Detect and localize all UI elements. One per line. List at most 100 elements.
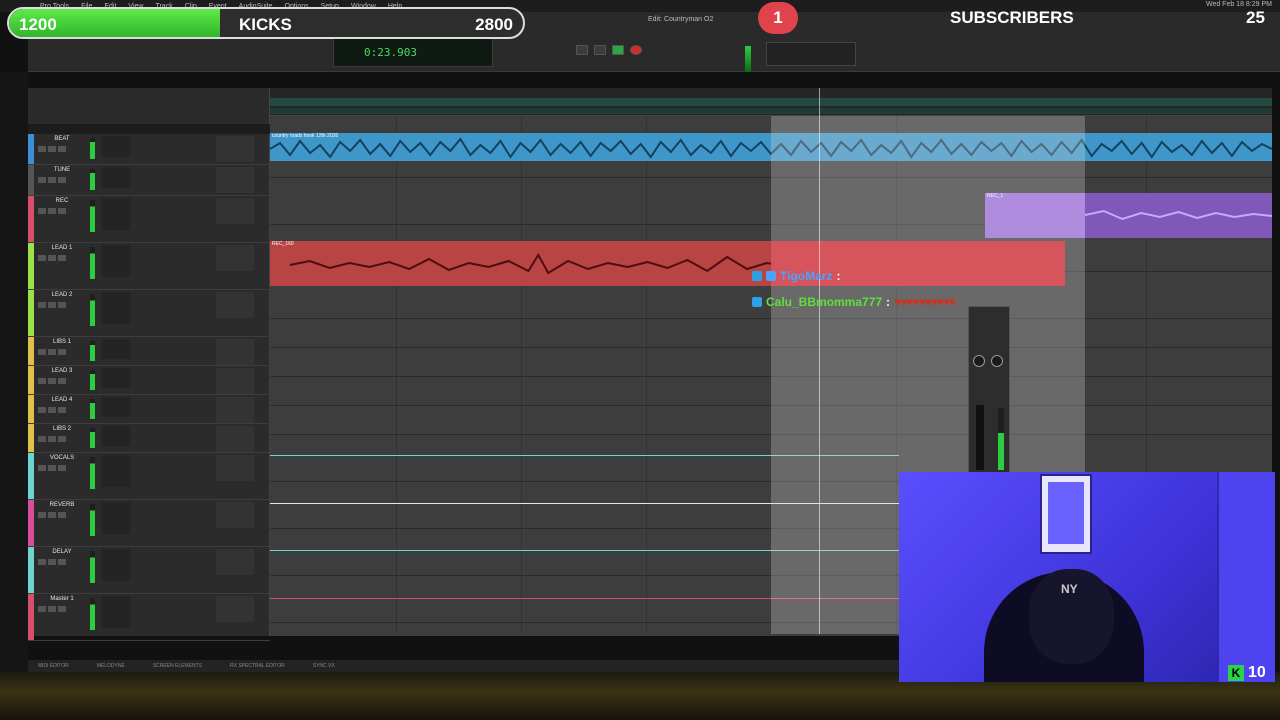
insert-slots[interactable]: [102, 339, 130, 359]
io-selector[interactable]: [216, 455, 254, 481]
mute-button[interactable]: [58, 349, 66, 355]
track-name[interactable]: VOCALS: [42, 455, 82, 461]
record-arm-button[interactable]: [38, 436, 46, 442]
bottom-tab[interactable]: RX SPECTRAL EDITOR: [230, 663, 285, 669]
rec-clip[interactable]: [1085, 193, 1272, 238]
track-header[interactable]: REC: [28, 196, 270, 243]
mute-button[interactable]: [58, 559, 66, 565]
mute-button[interactable]: [58, 436, 66, 442]
solo-button[interactable]: [48, 559, 56, 565]
solo-button[interactable]: [48, 512, 56, 518]
mute-button[interactable]: [58, 407, 66, 413]
bottom-tab[interactable]: MELODYNE: [97, 663, 125, 669]
insert-slots[interactable]: [102, 136, 130, 157]
mute-button[interactable]: [58, 465, 66, 471]
insert-slots[interactable]: [102, 245, 130, 278]
record-arm-button[interactable]: [38, 407, 46, 413]
insert-slots[interactable]: [102, 368, 130, 388]
solo-button[interactable]: [48, 349, 56, 355]
solo-button[interactable]: [48, 606, 56, 612]
io-selector[interactable]: [216, 245, 254, 271]
solo-button[interactable]: [48, 177, 56, 183]
io-selector[interactable]: [216, 426, 254, 452]
io-selector[interactable]: [216, 368, 254, 394]
solo-button[interactable]: [48, 146, 56, 152]
track-name[interactable]: TUNE: [42, 167, 82, 173]
track-name[interactable]: LEAD 3: [42, 368, 82, 374]
mute-button[interactable]: [58, 302, 66, 308]
record-arm-button[interactable]: [38, 512, 46, 518]
solo-button[interactable]: [48, 255, 56, 261]
io-selector[interactable]: [216, 502, 254, 528]
track-header[interactable]: REVERB: [28, 500, 270, 547]
solo-button[interactable]: [48, 378, 56, 384]
record-arm-button[interactable]: [38, 378, 46, 384]
track-header[interactable]: BEAT: [28, 134, 270, 165]
insert-slots[interactable]: [102, 426, 130, 446]
solo-button[interactable]: [48, 302, 56, 308]
solo-button[interactable]: [48, 208, 56, 214]
meter-ruler[interactable]: [270, 108, 1272, 114]
track-header[interactable]: LEAD 3: [28, 366, 270, 395]
playhead-cursor[interactable]: [819, 88, 820, 634]
io-selector[interactable]: [216, 136, 254, 162]
mute-button[interactable]: [58, 378, 66, 384]
insert-slots[interactable]: [102, 292, 130, 325]
io-selector[interactable]: [216, 167, 254, 193]
insert-slots[interactable]: [102, 455, 130, 488]
solo-button[interactable]: [48, 407, 56, 413]
track-name[interactable]: BEAT: [42, 136, 82, 142]
timeline-ruler[interactable]: [270, 88, 1272, 116]
record-arm-button[interactable]: [38, 177, 46, 183]
insert-slots[interactable]: [102, 549, 130, 582]
mute-button[interactable]: [58, 512, 66, 518]
record-button[interactable]: [630, 45, 642, 55]
tempo-ruler[interactable]: [270, 98, 1272, 106]
io-selector[interactable]: [216, 397, 254, 423]
track-name[interactable]: LEAD 4: [42, 397, 82, 403]
insert-slots[interactable]: [102, 167, 130, 188]
track-header[interactable]: LIBS 1: [28, 337, 270, 366]
insert-slots[interactable]: [102, 198, 130, 231]
bottom-tab[interactable]: MIDI EDITOR: [38, 663, 69, 669]
pan-knob-right[interactable]: [991, 355, 1003, 367]
track-header[interactable]: Master 1: [28, 594, 270, 641]
insert-slots[interactable]: [102, 397, 130, 417]
mute-button[interactable]: [58, 208, 66, 214]
mute-button[interactable]: [58, 146, 66, 152]
mute-button[interactable]: [58, 255, 66, 261]
track-header[interactable]: LIBS 2: [28, 424, 270, 453]
play-button[interactable]: [612, 45, 624, 55]
track-name[interactable]: LIBS 1: [42, 339, 82, 345]
io-selector[interactable]: [216, 549, 254, 575]
io-selector[interactable]: [216, 198, 254, 224]
io-selector[interactable]: [216, 339, 254, 365]
track-name[interactable]: LEAD 2: [42, 292, 82, 298]
track-header[interactable]: LEAD 2: [28, 290, 270, 337]
track-name[interactable]: REVERB: [42, 502, 82, 508]
main-counter[interactable]: 0:23.903: [333, 37, 493, 67]
track-name[interactable]: REC: [42, 198, 82, 204]
insert-slots[interactable]: [102, 502, 130, 535]
track-name[interactable]: Master 1: [42, 596, 82, 602]
bottom-tab[interactable]: SYNC VX: [313, 663, 335, 669]
pan-knob-left[interactable]: [973, 355, 985, 367]
io-selector[interactable]: [216, 596, 254, 622]
return-to-zero-button[interactable]: [576, 45, 588, 55]
solo-button[interactable]: [48, 465, 56, 471]
insert-slots[interactable]: [102, 596, 130, 629]
volume-fader[interactable]: [976, 405, 984, 470]
record-arm-button[interactable]: [38, 606, 46, 612]
record-arm-button[interactable]: [38, 559, 46, 565]
record-arm-button[interactable]: [38, 146, 46, 152]
io-selector[interactable]: [216, 292, 254, 318]
track-header[interactable]: LEAD 4: [28, 395, 270, 424]
record-arm-button[interactable]: [38, 349, 46, 355]
record-arm-button[interactable]: [38, 208, 46, 214]
record-arm-button[interactable]: [38, 302, 46, 308]
track-name[interactable]: LEAD 1: [42, 245, 82, 251]
record-arm-button[interactable]: [38, 255, 46, 261]
track-header[interactable]: VOCALS: [28, 453, 270, 500]
track-header[interactable]: LEAD 1: [28, 243, 270, 290]
track-header[interactable]: DELAY: [28, 547, 270, 594]
